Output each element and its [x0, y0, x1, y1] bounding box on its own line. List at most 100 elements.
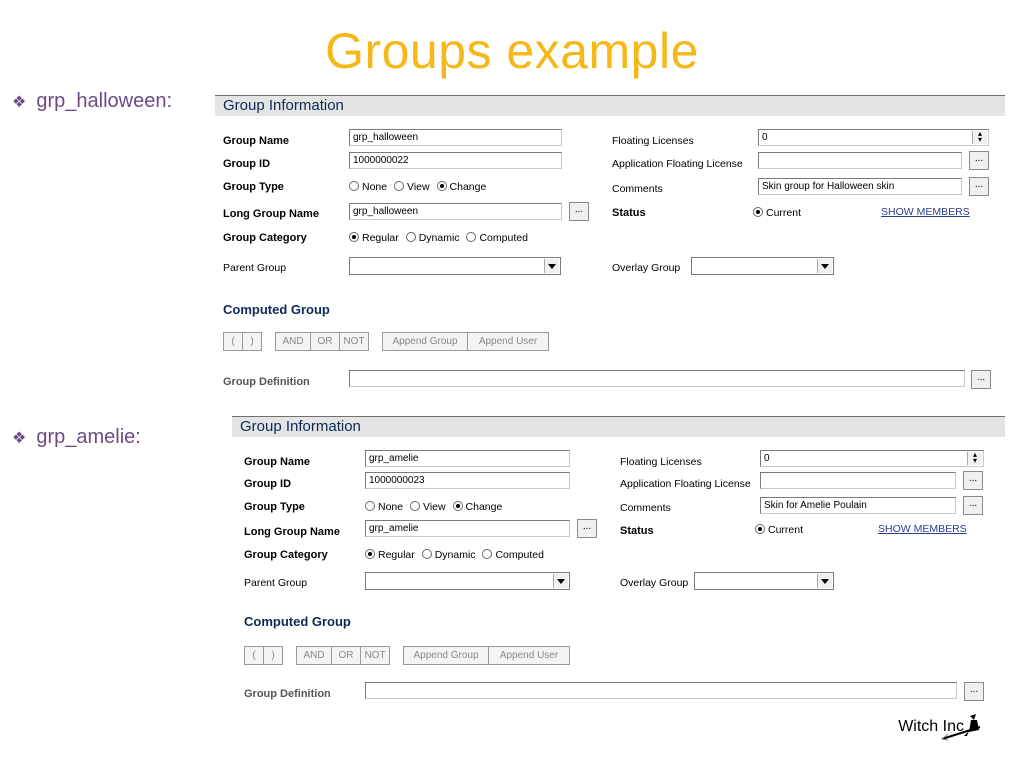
cat-regular-radio[interactable]: Regular — [365, 549, 415, 561]
and-button[interactable]: AND — [275, 332, 311, 351]
comments-browse-button[interactable]: ... — [969, 177, 989, 196]
witch-on-broom-icon — [940, 712, 984, 746]
label-parent-group: Parent Group — [244, 577, 308, 589]
label-comments: Comments — [612, 183, 663, 195]
comments-browse-button[interactable]: ... — [963, 496, 983, 515]
comments-input[interactable]: Skin for Amelie Poulain — [760, 497, 956, 514]
app-floating-license-input[interactable] — [760, 472, 956, 489]
group-id-input[interactable]: 1000000022 — [349, 152, 562, 169]
floating-licenses-input[interactable]: 0 ▴ ▾ — [758, 129, 989, 146]
group-name-input[interactable]: grp_halloween — [349, 129, 562, 146]
label-group-name: Group Name — [223, 135, 290, 147]
not-button[interactable]: NOT — [339, 332, 369, 351]
append-user-button[interactable]: Append User — [467, 332, 549, 351]
or-button[interactable]: OR — [310, 332, 340, 351]
show-members-link[interactable]: SHOW MEMBERS — [878, 523, 967, 535]
computed-group-buttons: ( ) AND OR NOT Append Group Append User — [223, 332, 549, 351]
label-overlay-group: Overlay Group — [612, 262, 681, 274]
label-group-definition: Group Definition — [244, 688, 331, 700]
computed-group-title: Computed Group — [244, 614, 351, 629]
group-definition-browse-button[interactable]: ... — [971, 370, 991, 389]
type-view-radio[interactable]: View — [394, 181, 430, 193]
label-status: Status — [612, 207, 646, 219]
label-group-id: Group ID — [244, 478, 292, 490]
label-long-group-name: Long Group Name — [244, 526, 340, 538]
parent-group-select[interactable] — [365, 572, 570, 590]
app-floating-license-input[interactable] — [758, 152, 962, 169]
long-group-name-browse-button[interactable]: ... — [577, 519, 597, 538]
group-id-input[interactable]: 1000000023 — [365, 472, 570, 489]
cat-computed-radio[interactable]: Computed — [466, 232, 528, 244]
slide-title: Groups example — [325, 23, 699, 79]
long-group-name-browse-button[interactable]: ... — [569, 202, 589, 221]
label-app-floating-license: Application Floating License — [620, 478, 751, 490]
label-group-category: Group Category — [244, 549, 328, 561]
section-header: Group Information — [232, 416, 1005, 437]
label-long-group-name: Long Group Name — [223, 208, 319, 220]
floating-licenses-input[interactable]: 0 ▴ ▾ — [760, 450, 984, 467]
type-none-radio[interactable]: None — [365, 501, 403, 513]
group-type-radios: None View Change — [349, 181, 486, 193]
type-change-radio[interactable]: Change — [452, 501, 502, 513]
bullet-grp-halloween: ❖ grp_halloween: — [12, 90, 172, 113]
close-paren-button[interactable]: ) — [242, 332, 262, 351]
parent-group-select[interactable] — [349, 257, 561, 275]
label-app-floating-license: Application Floating License — [612, 158, 743, 170]
section-header: Group Information — [215, 95, 1005, 116]
open-paren-button[interactable]: ( — [223, 332, 243, 351]
computed-group-buttons: ( ) AND OR NOT Append Group Append User — [244, 646, 570, 665]
comments-input[interactable]: Skin group for Halloween skin — [758, 178, 962, 195]
overlay-group-select[interactable] — [694, 572, 834, 590]
show-members-link[interactable]: SHOW MEMBERS — [881, 206, 970, 218]
and-button[interactable]: AND — [296, 646, 332, 665]
label-floating-licenses: Floating Licenses — [620, 456, 702, 468]
label-parent-group: Parent Group — [223, 262, 287, 274]
cat-dynamic-radio[interactable]: Dynamic — [405, 232, 460, 244]
diamond-bullet-icon: ❖ — [12, 429, 27, 447]
overlay-group-select[interactable] — [691, 257, 834, 275]
long-group-name-input[interactable]: grp_halloween — [349, 203, 562, 220]
append-group-button[interactable]: Append Group — [403, 646, 489, 665]
status-current-radio[interactable]: Current — [753, 207, 801, 219]
group-definition-browse-button[interactable]: ... — [964, 682, 984, 701]
append-user-button[interactable]: Append User — [488, 646, 570, 665]
not-button[interactable]: NOT — [360, 646, 390, 665]
group-info-panel-amelie: Group Information Group Name grp_amelie … — [232, 416, 1005, 710]
or-button[interactable]: OR — [331, 646, 361, 665]
group-definition-input[interactable] — [365, 682, 957, 699]
long-group-name-input[interactable]: grp_amelie — [365, 520, 570, 537]
cat-dynamic-radio[interactable]: Dynamic — [421, 549, 476, 561]
label-group-type: Group Type — [244, 501, 305, 513]
cat-computed-radio[interactable]: Computed — [482, 549, 544, 561]
app-floating-license-browse-button[interactable]: ... — [969, 151, 989, 170]
chevron-down-icon — [817, 574, 832, 588]
close-paren-button[interactable]: ) — [263, 646, 283, 665]
spinner-icon[interactable]: ▴ ▾ — [972, 130, 987, 144]
app-floating-license-browse-button[interactable]: ... — [963, 471, 983, 490]
type-change-radio[interactable]: Change — [436, 181, 486, 193]
bullet-label: grp_halloween: — [36, 90, 172, 112]
bullet-label: grp_amelie: — [36, 426, 141, 448]
group-category-radios: Regular Dynamic Computed — [365, 549, 544, 561]
label-group-type: Group Type — [223, 181, 284, 193]
computed-group-title: Computed Group — [223, 302, 330, 317]
group-name-input[interactable]: grp_amelie — [365, 450, 570, 467]
chevron-down-icon — [544, 259, 559, 273]
label-group-name: Group Name — [244, 456, 311, 468]
append-group-button[interactable]: Append Group — [382, 332, 468, 351]
chevron-down-icon — [817, 259, 832, 273]
label-overlay-group: Overlay Group — [620, 577, 689, 589]
cat-regular-radio[interactable]: Regular — [349, 232, 399, 244]
label-comments: Comments — [620, 502, 671, 514]
group-info-panel-halloween: Group Information Group Name grp_hallowe… — [215, 95, 1005, 400]
label-floating-licenses: Floating Licenses — [612, 135, 694, 147]
open-paren-button[interactable]: ( — [244, 646, 264, 665]
type-view-radio[interactable]: View — [410, 501, 446, 513]
diamond-bullet-icon: ❖ — [12, 93, 27, 111]
spinner-icon[interactable]: ▴ ▾ — [967, 451, 982, 465]
bullet-grp-amelie: ❖ grp_amelie: — [12, 426, 141, 449]
status-current-radio[interactable]: Current — [755, 524, 803, 536]
group-definition-input[interactable] — [349, 370, 965, 387]
type-none-radio[interactable]: None — [349, 181, 387, 193]
chevron-down-icon — [553, 574, 568, 588]
